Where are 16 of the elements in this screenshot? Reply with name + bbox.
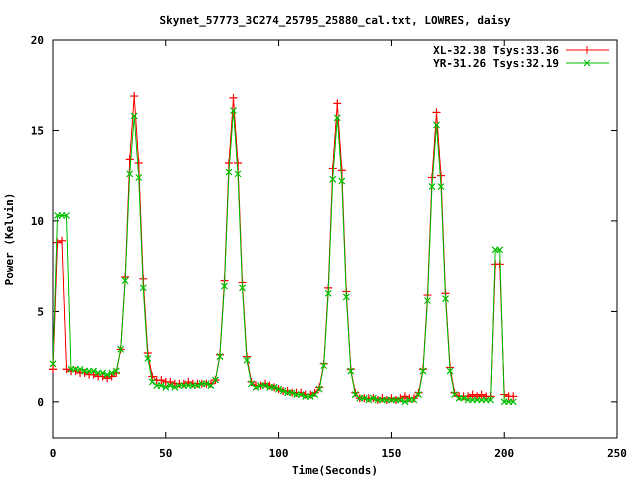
x-axis-label: Time(Seconds) xyxy=(292,464,378,477)
y-tick-label: 5 xyxy=(37,305,44,318)
x-tick-label: 200 xyxy=(494,447,514,460)
legend-label: YR-31.26 Tsys:32.19 xyxy=(433,57,559,70)
chart-title: Skynet_57773_3C274_25795_25880_cal.txt, LOWRES, daisy xyxy=(160,14,510,27)
x-tick-label: 100 xyxy=(268,447,289,460)
x-tick-label: 50 xyxy=(159,447,172,460)
y-axis-label: Power (Kelvin) xyxy=(3,192,16,286)
x-tick-label: 0 xyxy=(50,447,56,460)
x-tick-label: 250 xyxy=(607,447,627,460)
y-tick-label: 20 xyxy=(30,34,44,47)
y-tick-label: 15 xyxy=(30,124,44,138)
x-tick-label: 150 xyxy=(381,447,402,460)
legend-label: XL-32.38 Tsys:33.36 xyxy=(433,44,559,57)
y-tick-label: 0 xyxy=(37,396,44,409)
y-tick-label: 10 xyxy=(30,214,44,228)
